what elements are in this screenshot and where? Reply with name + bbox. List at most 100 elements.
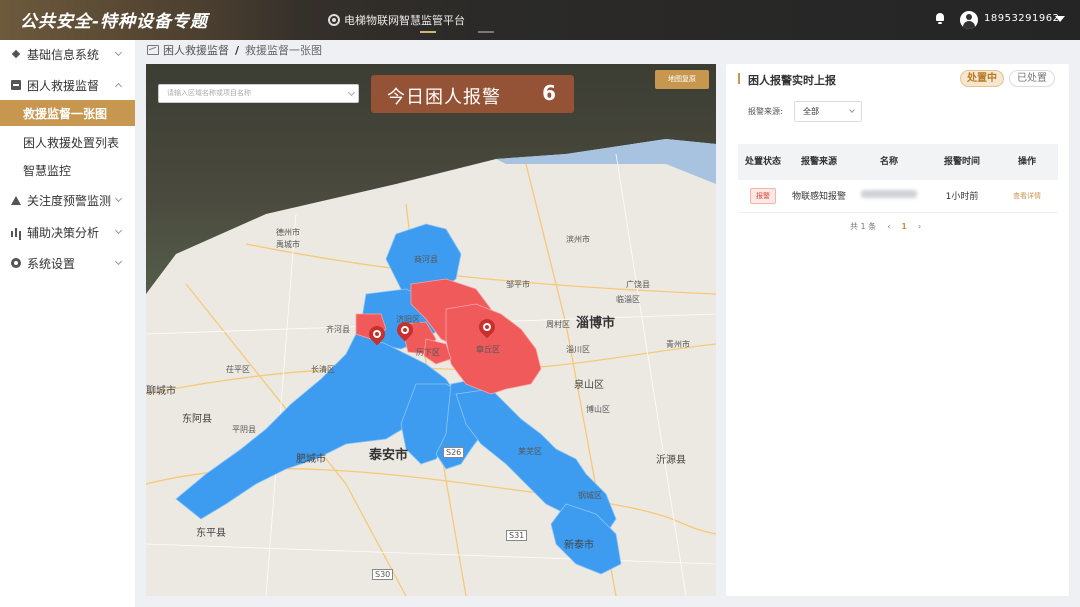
table-row[interactable]: 报警 物联感知报警 1小时前 查看详情 bbox=[738, 180, 1058, 213]
redacted-name bbox=[861, 190, 917, 199]
column-header-name: 名称 bbox=[850, 144, 928, 180]
chart-icon bbox=[147, 45, 159, 55]
pagination-page[interactable]: 1 bbox=[901, 222, 907, 231]
cell-status: 报警 bbox=[738, 180, 788, 213]
avatar[interactable] bbox=[960, 11, 978, 29]
sidebar-item-settings[interactable]: 系统设置 bbox=[0, 249, 135, 277]
map-label-feicheng: 肥城市 bbox=[296, 454, 326, 465]
table-header-row: 处置状态 报警来源 名称 报警时间 操作 bbox=[738, 144, 1058, 180]
app-title: 公共安全-特种设备专题 bbox=[20, 12, 209, 32]
today-alarm-card: 今日困人报警 6 bbox=[371, 75, 574, 113]
map-label-yucheng: 禹城市 bbox=[276, 240, 300, 249]
platform-name[interactable]: 电梯物联网智慧监管平台 bbox=[328, 12, 465, 28]
map-reset-button[interactable]: 地图复原 bbox=[655, 70, 709, 89]
map-label-xintai: 新泰市 bbox=[564, 540, 594, 551]
sidebar-subitem-smart-monitor[interactable]: 智慧监控 bbox=[0, 157, 135, 183]
map-label-dong-e: 东阿县 bbox=[182, 414, 212, 425]
map-label-dezhou: 德州市 bbox=[276, 228, 300, 237]
box-icon bbox=[11, 80, 21, 90]
map-label-gangcheng: 钢城区 bbox=[578, 491, 602, 500]
map-label-boshan: 博山区 bbox=[586, 405, 610, 414]
panel-title: 困人报警实时上报 bbox=[738, 72, 836, 88]
column-header-status: 处置状态 bbox=[738, 144, 788, 180]
sidebar-item-decision[interactable]: 辅助决策分析 bbox=[0, 218, 135, 246]
today-alarm-count: 6 bbox=[542, 81, 556, 105]
gear-icon bbox=[11, 258, 21, 268]
username[interactable]: 18953291962 bbox=[984, 13, 1060, 24]
sidebar-item-label: 关注度预警监测 bbox=[27, 193, 112, 208]
highway-shield-s26: S26 bbox=[443, 447, 465, 458]
chevron-down-icon bbox=[849, 107, 855, 113]
source-filter-select[interactable]: 全部 bbox=[794, 101, 862, 122]
sidebar-subitem-rescue-list[interactable]: 困人救援处置列表 bbox=[0, 129, 135, 155]
platform-name-label: 电梯物联网智慧监管平台 bbox=[344, 14, 465, 27]
map-label-guangrao: 广饶县 bbox=[626, 280, 650, 289]
tab-indicator-active bbox=[420, 31, 436, 33]
alarm-pin[interactable] bbox=[365, 322, 389, 346]
gear-icon bbox=[328, 14, 340, 26]
breadcrumb-parent[interactable]: 困人救援监督 bbox=[163, 42, 229, 58]
breadcrumb: 困人救援监督 / 救援监督一张图 bbox=[147, 42, 322, 58]
chevron-down-icon bbox=[114, 226, 123, 235]
chevron-down-icon bbox=[114, 48, 123, 57]
tab-indicator[interactable] bbox=[478, 31, 494, 33]
pagination: 共 1 条 ‹ 1 › bbox=[850, 221, 921, 232]
sidebar: 基础信息系统 困人救援监督 救援监督一张图 困人救援处置列表 智慧监控 关注度预… bbox=[0, 40, 135, 607]
cell-action: 查看详情 bbox=[996, 180, 1058, 213]
layers-icon bbox=[11, 49, 21, 59]
sidebar-item-label: 系统设置 bbox=[27, 256, 76, 271]
map-label-lixia: 历下区 bbox=[416, 348, 440, 357]
source-filter-label: 报警来源: bbox=[748, 107, 783, 116]
breadcrumb-separator: / bbox=[235, 43, 240, 57]
map-label-qihe: 齐河县 bbox=[326, 325, 350, 334]
sidebar-subitem-rescue-map[interactable]: 救援监督一张图 bbox=[0, 100, 135, 126]
pagination-total: 共 1 条 bbox=[850, 222, 877, 231]
bar-chart-icon bbox=[11, 227, 21, 237]
map-label-shanghe: 商河县 bbox=[414, 255, 438, 264]
view-details-link[interactable]: 查看详情 bbox=[1013, 192, 1041, 200]
map-label-taian: 泰安市 bbox=[369, 448, 409, 463]
region-search-input[interactable]: 请输入区域名称或项目名称 bbox=[158, 84, 359, 103]
column-header-action: 操作 bbox=[996, 144, 1058, 180]
sidebar-item-warning[interactable]: 关注度预警监测 bbox=[0, 186, 135, 214]
map-label-dongping: 东平县 bbox=[196, 528, 226, 539]
pagination-prev-icon[interactable]: ‹ bbox=[887, 222, 890, 231]
pagination-next-icon[interactable]: › bbox=[918, 222, 921, 231]
caret-down-icon[interactable] bbox=[1055, 16, 1065, 22]
tab-processing[interactable]: 处置中 bbox=[960, 70, 1004, 87]
map-label-yinshan: 泉山区 bbox=[574, 380, 604, 391]
map-label-yiyuan: 沂源县 bbox=[656, 455, 686, 466]
breadcrumb-current: 救援监督一张图 bbox=[245, 44, 323, 57]
map-label-changqing: 长清区 bbox=[311, 365, 335, 374]
map-label-zouping: 邹平市 bbox=[506, 280, 530, 289]
sidebar-item-basic-info[interactable]: 基础信息系统 bbox=[0, 40, 135, 68]
sidebar-item-rescue[interactable]: 困人救援监督 bbox=[0, 71, 135, 99]
map-label-pingyin: 平阴县 bbox=[232, 425, 256, 434]
cell-source: 物联感知报警 bbox=[788, 180, 850, 213]
bell-icon[interactable] bbox=[935, 13, 945, 24]
map-label-chiping: 茌平区 bbox=[226, 365, 250, 374]
brand-area: 公共安全-特种设备专题 bbox=[0, 0, 300, 40]
map-view[interactable]: 泰安市 淄博市 肥城市 新泰市 东平县 东阿县 聊城市 沂源县 泉山区 莱芜区 … bbox=[146, 64, 716, 596]
highway-shield-s31: S31 bbox=[506, 530, 528, 541]
map-label-zichuan: 淄川区 bbox=[566, 345, 590, 354]
map-label-qingzhou: 青州市 bbox=[666, 340, 690, 349]
map-canvas[interactable] bbox=[146, 64, 716, 596]
alarm-pin[interactable] bbox=[475, 315, 499, 339]
highway-shield-s30: S30 bbox=[372, 569, 394, 580]
map-label-zibo: 淄博市 bbox=[576, 316, 616, 331]
cell-name bbox=[850, 180, 928, 213]
tab-processed[interactable]: 已处置 bbox=[1009, 70, 1055, 87]
today-alarm-label: 今日困人报警 bbox=[387, 87, 501, 108]
cell-time: 1小时前 bbox=[928, 180, 996, 213]
sidebar-item-label: 基础信息系统 bbox=[27, 47, 100, 62]
map-label-liaocheng: 聊城市 bbox=[146, 386, 176, 397]
warning-icon bbox=[11, 195, 21, 205]
map-label-zhangqiu: 章丘区 bbox=[476, 345, 500, 354]
alarm-table: 处置状态 报警来源 名称 报警时间 操作 报警 物联感知报警 1小时前 查看详情 bbox=[738, 144, 1058, 213]
column-header-source: 报警来源 bbox=[788, 144, 850, 180]
alarm-pin[interactable] bbox=[393, 318, 417, 342]
top-bar: 公共安全-特种设备专题 电梯物联网智慧监管平台 18953291962 bbox=[0, 0, 1080, 40]
chevron-down-icon bbox=[114, 257, 123, 266]
map-label-zhoucun: 周村区 bbox=[546, 320, 570, 329]
